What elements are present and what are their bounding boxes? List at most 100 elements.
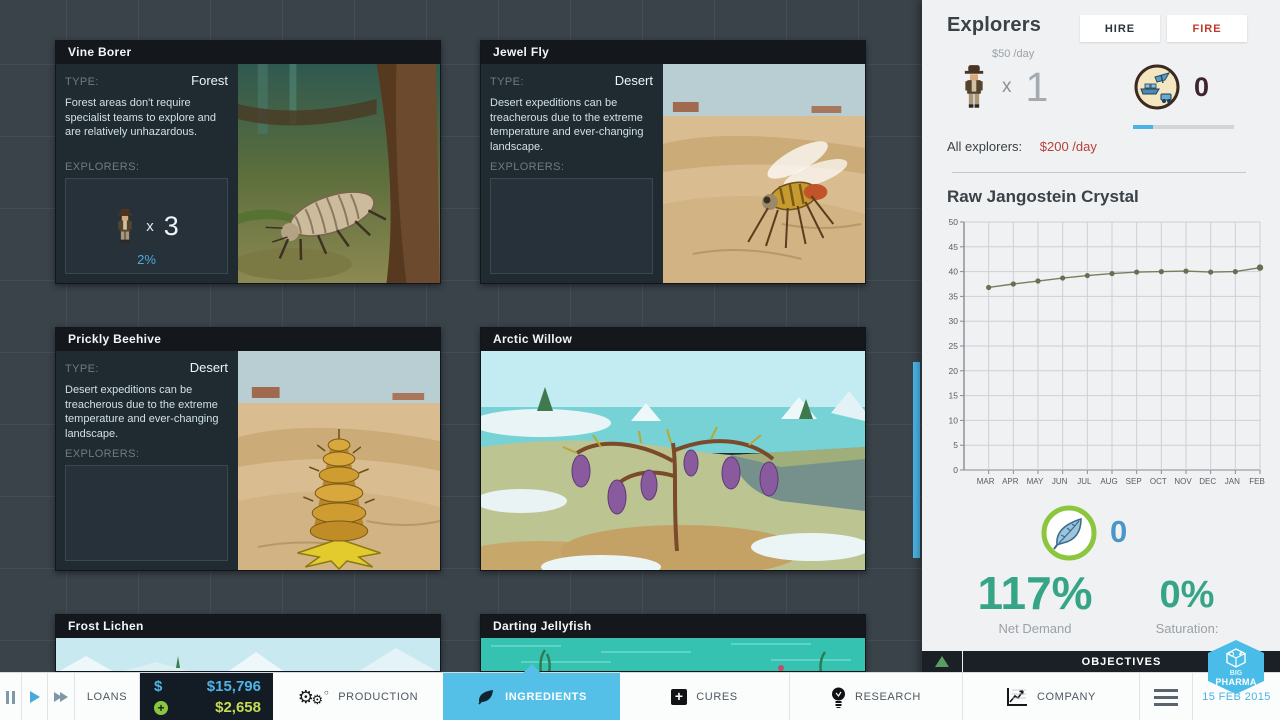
- card-image-desert-beehive: [238, 351, 440, 570]
- svg-text:45: 45: [949, 242, 959, 252]
- svg-text:10: 10: [949, 415, 959, 425]
- play-button[interactable]: [22, 673, 48, 720]
- card-title: Jewel Fly: [481, 41, 865, 64]
- transport-progress-bar: [1133, 125, 1234, 129]
- chart-title: Raw Jangostein Crystal: [947, 187, 1139, 207]
- production-label: PRODUCTION: [338, 691, 418, 703]
- explorers-slot[interactable]: [490, 178, 653, 274]
- ingredient-leaf-badge-icon: [1041, 505, 1097, 561]
- ingredient-card-arctic-willow[interactable]: Arctic Willow: [480, 327, 866, 571]
- explorers-label: EXPLORERS:: [490, 161, 653, 173]
- type-label: TYPE:: [65, 76, 99, 88]
- explorers-label: EXPLORERS:: [65, 161, 228, 173]
- tab-company[interactable]: COMPANY: [963, 673, 1140, 720]
- cures-label: CURES: [696, 691, 738, 703]
- card-image-frost: [56, 638, 440, 672]
- svg-text:30: 30: [949, 316, 959, 326]
- multiply-symbol: x: [1002, 76, 1012, 98]
- tab-cures[interactable]: + CURES: [620, 673, 790, 720]
- tab-production[interactable]: ⚙⚙○ PRODUCTION: [273, 673, 443, 720]
- type-value: Forest: [191, 73, 228, 88]
- price-history-chart: 05101520253035404550MARAPRMAYJUNJULAUGSE…: [940, 212, 1266, 490]
- active-ingredient-count: 0: [1110, 514, 1127, 550]
- svg-text:JAN: JAN: [1225, 477, 1240, 486]
- logo-text-bottom: PHARMA: [1215, 677, 1256, 687]
- menu-button[interactable]: [1140, 673, 1193, 720]
- svg-text:SEP: SEP: [1126, 477, 1142, 486]
- big-pharma-ingredients-screen: Vine Borer TYPE: Forest Forest areas don…: [0, 0, 1280, 720]
- type-value: Desert: [615, 73, 653, 88]
- loans-button[interactable]: LOANS: [75, 673, 140, 720]
- net-demand-label: Net Demand: [950, 621, 1120, 636]
- svg-text:20: 20: [949, 366, 959, 376]
- svg-text:OCT: OCT: [1150, 477, 1167, 486]
- svg-text:NOV: NOV: [1174, 477, 1192, 486]
- transport-upgrade-count: 0: [1194, 72, 1209, 103]
- svg-text:AUG: AUG: [1100, 477, 1117, 486]
- logo-text-top: BIG: [1230, 670, 1242, 677]
- explorers-slot[interactable]: x 3 2%: [65, 178, 228, 274]
- logo-cube-icon: [1225, 648, 1247, 668]
- svg-text:FEB: FEB: [1249, 477, 1265, 486]
- explorers-slot[interactable]: [65, 465, 228, 561]
- type-label: TYPE:: [65, 363, 99, 375]
- fast-forward-icon: [54, 692, 68, 702]
- explorer-count: 1: [1026, 67, 1049, 108]
- ingredient-card-prickly-beehive[interactable]: Prickly Beehive TYPE: Desert Desert expe…: [55, 327, 441, 571]
- scrollbar-thumb[interactable]: [913, 362, 920, 558]
- card-title: Frost Lichen: [56, 615, 440, 638]
- svg-text:JUL: JUL: [1077, 477, 1092, 486]
- card-title: Prickly Beehive: [56, 328, 440, 351]
- gears-icon: ⚙⚙○: [298, 688, 329, 706]
- card-image-desert-fly: [663, 64, 865, 283]
- income-value: $2,658: [215, 699, 261, 716]
- net-demand-value: 117%: [950, 566, 1120, 620]
- hamburger-icon: [1154, 689, 1178, 706]
- line-chart-icon: [1006, 687, 1028, 707]
- svg-text:MAR: MAR: [977, 477, 995, 486]
- discovery-percent: 2%: [66, 252, 227, 267]
- fast-forward-button[interactable]: [48, 673, 75, 720]
- card-title: Arctic Willow: [481, 328, 865, 351]
- objectives-warning-box[interactable]: [922, 651, 962, 672]
- pause-icon: [6, 691, 15, 704]
- divider: [952, 172, 1246, 173]
- panel-title: Explorers: [947, 14, 1041, 37]
- svg-text:35: 35: [949, 291, 959, 301]
- card-image-forest: [238, 64, 440, 283]
- saturation-value: 0%: [1134, 574, 1240, 617]
- warning-triangle-icon: [935, 656, 949, 667]
- ingredient-card-vine-borer[interactable]: Vine Borer TYPE: Forest Forest areas don…: [55, 40, 441, 284]
- lightbulb-icon: [831, 687, 846, 708]
- ingredient-card-frost-lichen[interactable]: Frost Lichen: [55, 614, 441, 672]
- income-plus-icon: +: [154, 701, 168, 715]
- saturation-label: Saturation:: [1134, 621, 1240, 636]
- transport-progress-fill: [1133, 125, 1153, 129]
- explorer-icon: [114, 207, 136, 245]
- pause-button[interactable]: [0, 673, 22, 720]
- all-explorers-label: All explorers:: [947, 139, 1022, 154]
- transport-icon: [1133, 63, 1181, 111]
- play-icon: [30, 691, 40, 703]
- ingredients-label: INGREDIENTS: [505, 691, 587, 703]
- type-label: TYPE:: [490, 76, 524, 88]
- money-display[interactable]: $ $15,796 + $2,658: [140, 673, 273, 720]
- cash-value: $15,796: [207, 678, 261, 695]
- fire-button[interactable]: FIRE: [1167, 15, 1247, 42]
- tab-ingredients[interactable]: INGREDIENTS: [443, 673, 620, 720]
- tab-research[interactable]: RESEARCH: [790, 673, 963, 720]
- research-label: RESEARCH: [855, 691, 921, 703]
- ingredients-tab-notch: [523, 664, 541, 673]
- svg-text:0: 0: [953, 465, 958, 475]
- cures-plus-icon: +: [671, 689, 687, 705]
- ingredient-card-jewel-fly[interactable]: Jewel Fly TYPE: Desert Desert expedition…: [480, 40, 866, 284]
- explorers-label: EXPLORERS:: [65, 448, 228, 460]
- ingredient-grid-background: Vine Borer TYPE: Forest Forest areas don…: [0, 0, 922, 720]
- svg-text:40: 40: [949, 267, 959, 277]
- card-description: Desert expeditions can be treacherous du…: [65, 383, 228, 441]
- svg-text:DEC: DEC: [1199, 477, 1216, 486]
- hire-button[interactable]: HIRE: [1080, 15, 1160, 42]
- card-title: Vine Borer: [56, 41, 440, 64]
- svg-text:APR: APR: [1002, 477, 1019, 486]
- all-explorers-cost: $200 /day: [1040, 139, 1097, 154]
